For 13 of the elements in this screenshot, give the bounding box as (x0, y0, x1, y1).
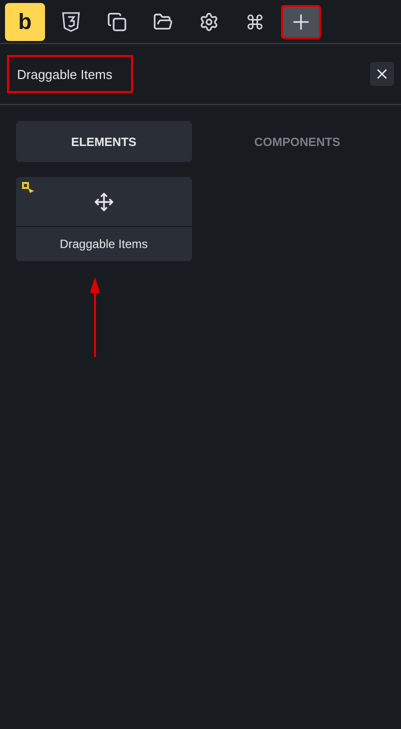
element-card[interactable]: Draggable Items (16, 177, 192, 261)
folder-icon (153, 12, 173, 32)
toolbar-button[interactable] (281, 4, 321, 38)
command-icon (246, 12, 264, 30)
pages-icon (107, 12, 127, 32)
settings-icon (199, 12, 219, 32)
move-icon (94, 192, 114, 212)
close-button[interactable] (370, 62, 394, 86)
css-shield-icon (61, 10, 81, 32)
tab[interactable]: ELEMENTS (16, 121, 192, 162)
logo[interactable]: b (5, 2, 45, 40)
search-field[interactable]: Draggable Items (7, 55, 133, 93)
tab[interactable]: COMPONENTS (210, 121, 385, 162)
